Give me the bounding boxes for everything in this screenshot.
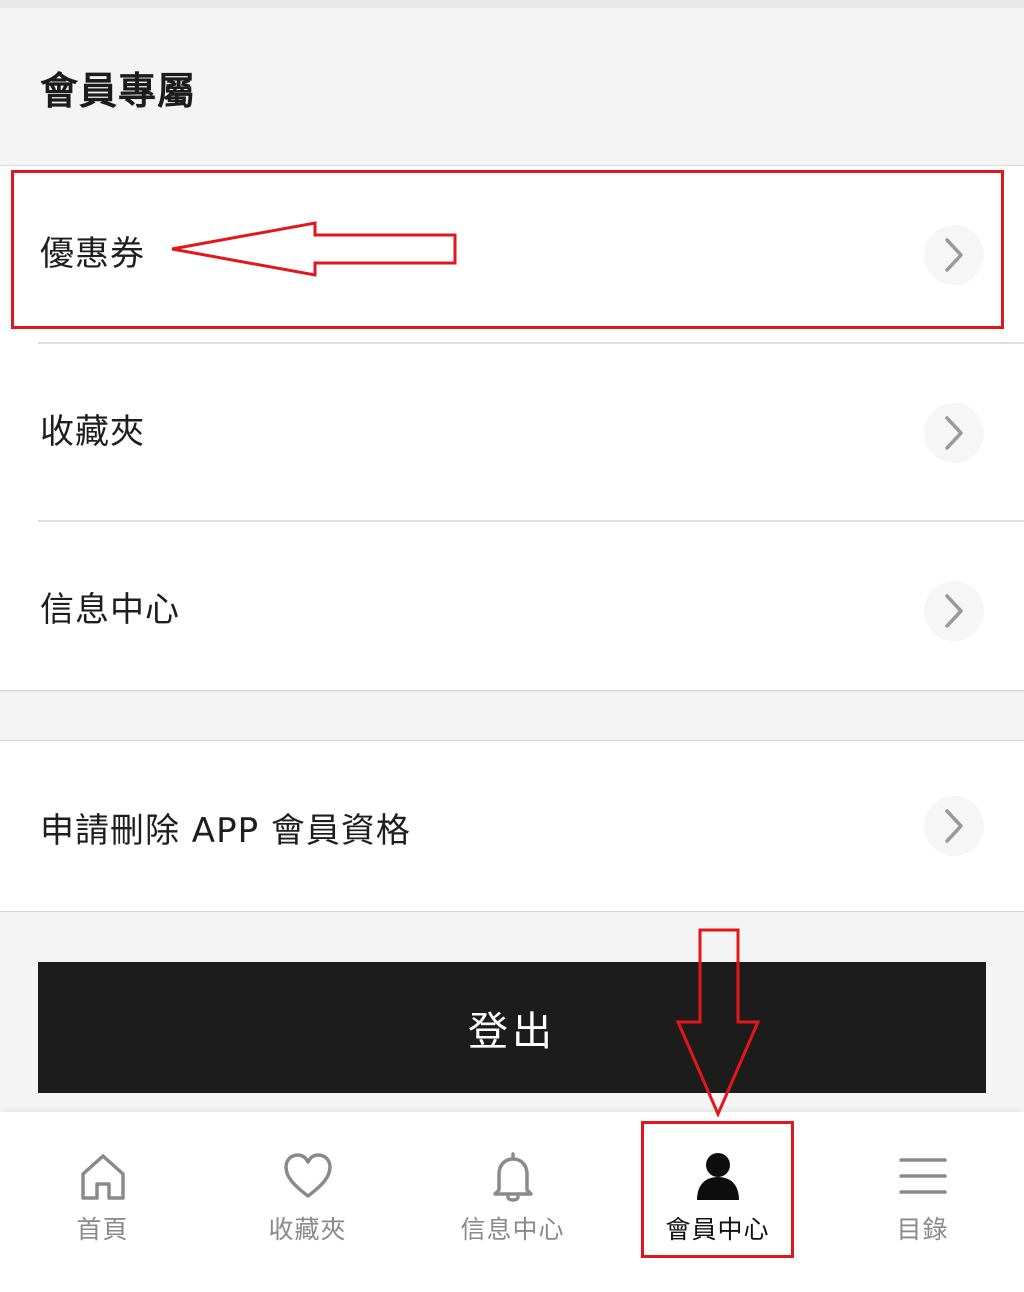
tab-label: 收藏夾 [268, 1215, 347, 1244]
menu-item-label: 收藏夾 [40, 412, 145, 452]
tab-member-center[interactable]: 會員中心 [615, 1112, 820, 1292]
menu-icon [898, 1158, 947, 1194]
menu-item-favorites[interactable]: 收藏夾 [0, 344, 1024, 522]
chevron-right-icon [924, 581, 984, 641]
menu-item-label: 信息中心 [40, 590, 180, 630]
member-menu-card: 優惠券 收藏夾 信息中心 [0, 166, 1024, 691]
menu-item-messages[interactable]: 信息中心 [0, 522, 1024, 690]
heart-icon [283, 1153, 332, 1198]
page-title: 會員專屬 [40, 69, 197, 113]
bell-icon [492, 1152, 533, 1202]
delete-membership-item[interactable]: 申請刪除 APP 會員資格 [0, 741, 1024, 911]
delete-membership-label: 申請刪除 APP 會員資格 [40, 811, 411, 851]
tab-label: 信息中心 [460, 1215, 565, 1244]
chevron-right-icon [924, 225, 984, 285]
tab-label: 會員中心 [665, 1215, 770, 1244]
chevron-right-icon [924, 403, 984, 463]
top-edge [0, 0, 1024, 8]
user-icon [696, 1153, 739, 1200]
tab-favorites[interactable]: 收藏夾 [205, 1112, 410, 1292]
logout-button[interactable]: 登出 [38, 962, 986, 1093]
menu-item-coupons[interactable]: 優惠券 [0, 166, 1024, 344]
section-header: 會員專屬 [0, 8, 1024, 166]
menu-item-label: 優惠券 [40, 234, 145, 274]
account-card: 申請刪除 APP 會員資格 [0, 740, 1024, 912]
home-icon [80, 1154, 125, 1200]
chevron-right-icon [924, 796, 984, 856]
bottom-tab-bar: 首頁 收藏夾 信息中心 會員中心 目錄 [0, 1112, 1024, 1292]
tab-catalog[interactable]: 目錄 [820, 1112, 1024, 1292]
tab-label: 目錄 [896, 1215, 949, 1244]
tab-messages[interactable]: 信息中心 [410, 1112, 615, 1292]
tab-home[interactable]: 首頁 [0, 1112, 205, 1292]
tab-label: 首頁 [76, 1215, 129, 1244]
